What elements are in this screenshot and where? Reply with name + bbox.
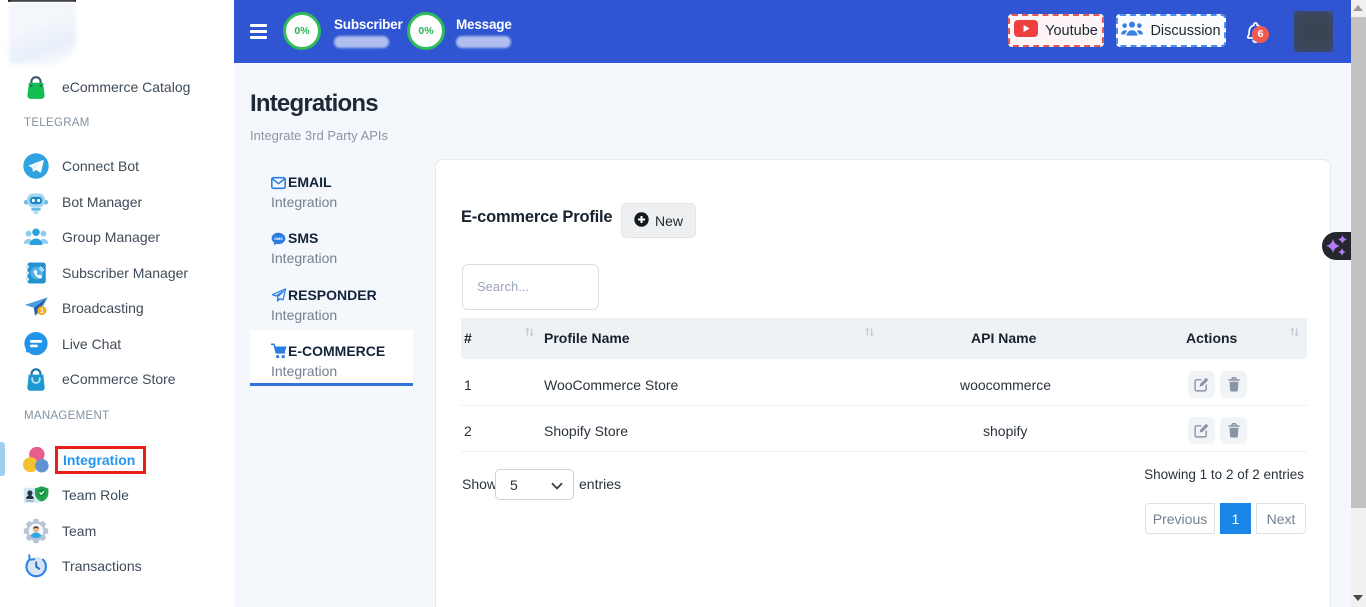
svg-text:1: 1 <box>40 306 44 315</box>
svg-text:SMS: SMS <box>274 236 283 241</box>
